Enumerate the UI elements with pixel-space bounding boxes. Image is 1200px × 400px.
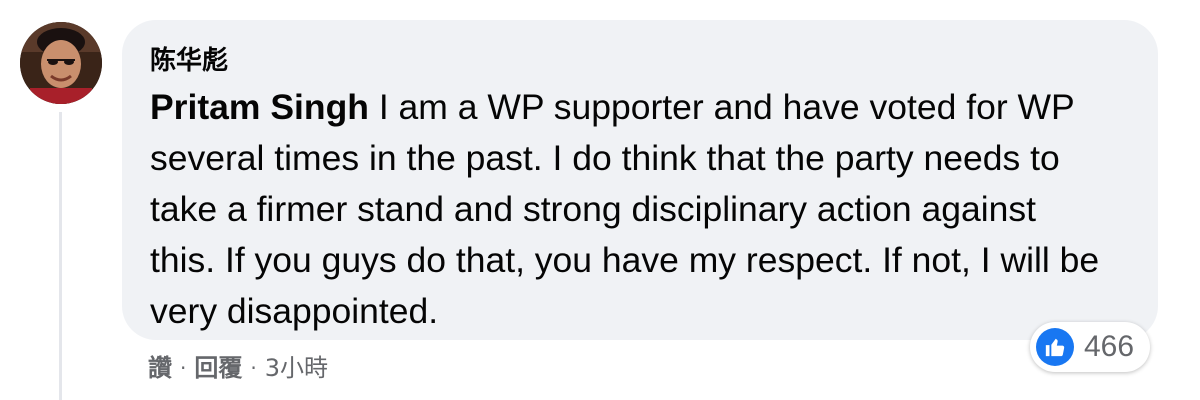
avatar-image [20, 22, 102, 104]
timestamp[interactable]: 3小時 [265, 348, 328, 388]
like-button[interactable]: 讚 [148, 348, 172, 388]
comment-body: Pritam Singh I am a WP supporter and hav… [150, 82, 1110, 337]
reply-button[interactable]: 回覆 [194, 348, 242, 388]
thumbs-up-icon [1036, 328, 1074, 366]
avatar[interactable] [20, 22, 102, 104]
mention-link[interactable]: Pritam Singh [150, 87, 369, 127]
comment-thread: 陈华彪 Pritam Singh I am a WP supporter and… [0, 0, 1200, 400]
comment-bubble: 陈华彪 Pritam Singh I am a WP supporter and… [122, 20, 1158, 340]
comment-actions: 讚 · 回覆 · 3小時 [148, 348, 328, 388]
separator-dot: · [180, 356, 187, 380]
reaction-count: 466 [1084, 330, 1135, 363]
reaction-summary[interactable]: 466 [1030, 322, 1151, 372]
comment-author[interactable]: 陈华彪 [150, 44, 1128, 80]
thread-line [59, 112, 62, 400]
separator-dot: · [250, 356, 257, 380]
